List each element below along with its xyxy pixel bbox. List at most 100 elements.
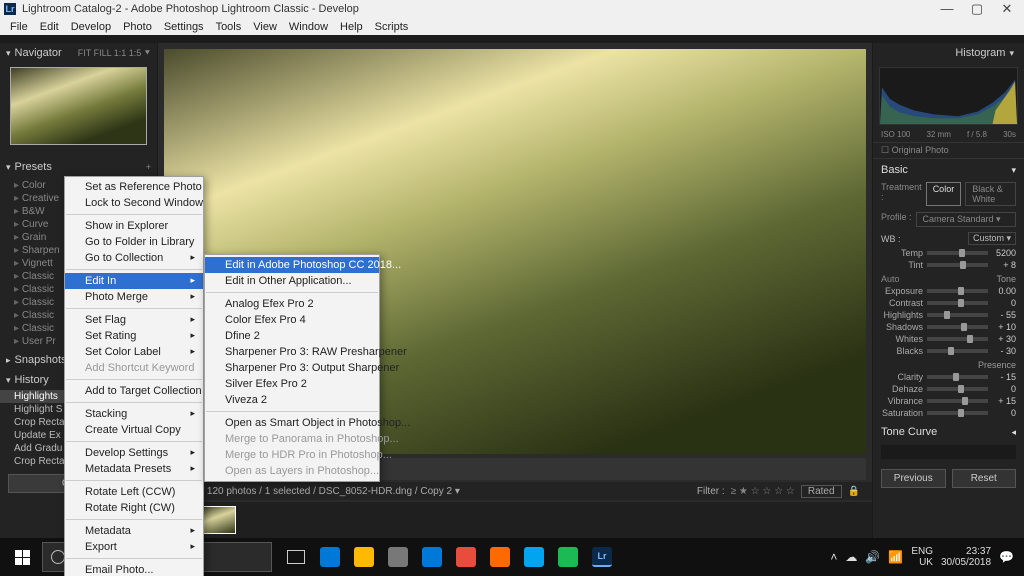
dehaze-slider[interactable] xyxy=(927,387,988,391)
task-view-button[interactable] xyxy=(280,542,312,572)
taskbar-app-icon[interactable] xyxy=(552,542,584,572)
reset-button[interactable]: Reset xyxy=(952,469,1017,488)
menu-item[interactable]: Go to Collection xyxy=(65,250,203,266)
taskbar-app-icon[interactable] xyxy=(518,542,550,572)
taskbar-app-icon[interactable] xyxy=(450,542,482,572)
start-button[interactable] xyxy=(4,541,40,573)
menu-item[interactable]: Create Virtual Copy xyxy=(65,422,203,438)
taskbar-app-icon[interactable] xyxy=(314,542,346,572)
filter-lock-icon[interactable]: 🔒 xyxy=(848,486,860,497)
tray-cloud-icon[interactable]: ☁ xyxy=(845,550,857,564)
original-photo-row[interactable]: ☐ Original Photo xyxy=(873,142,1024,159)
menu-settings[interactable]: Settings xyxy=(158,21,210,33)
shadows-slider[interactable] xyxy=(927,325,988,329)
menu-item[interactable]: Edit in Adobe Photoshop CC 2018... xyxy=(205,257,379,273)
menu-edit[interactable]: Edit xyxy=(34,21,65,33)
filter-stars[interactable]: ≥ ★ ☆ ☆ ☆ ☆ xyxy=(731,486,795,497)
tray-notifications[interactable]: 💬 xyxy=(999,550,1014,564)
treatment-color[interactable]: Color xyxy=(926,182,962,206)
navigator-header[interactable]: ▾ Navigator FIT FILL 1:1 1:5 ⯆ xyxy=(0,43,157,63)
tray-time[interactable]: 23:37 xyxy=(966,546,991,557)
menu-item[interactable]: Analog Efex Pro 2 xyxy=(205,296,379,312)
menu-item[interactable]: Metadata xyxy=(65,523,203,539)
menu-item[interactable]: Lock to Second Window xyxy=(65,195,203,211)
menu-view[interactable]: View xyxy=(247,21,283,33)
menu-item[interactable]: Sharpener Pro 3: Output Sharpener xyxy=(205,360,379,376)
menu-item[interactable]: Develop Settings xyxy=(65,445,203,461)
navigator-preview[interactable] xyxy=(10,67,147,145)
tint-slider[interactable] xyxy=(927,263,988,267)
menu-item[interactable]: Metadata Presets xyxy=(65,461,203,477)
menu-tools[interactable]: Tools xyxy=(210,21,248,33)
context-menu[interactable]: Set as Reference PhotoLock to Second Win… xyxy=(64,176,204,576)
whites-slider[interactable] xyxy=(927,337,988,341)
blacks-slider[interactable] xyxy=(927,349,988,353)
taskbar-app-icon[interactable]: Lr xyxy=(586,542,618,572)
menu-item[interactable]: Photo Merge xyxy=(65,289,203,305)
basic-header[interactable]: Basic ▾ xyxy=(873,161,1024,179)
maximize-button[interactable]: ▢ xyxy=(970,1,984,17)
tray-chevron-icon[interactable]: ˄ xyxy=(830,550,837,564)
taskbar-app-icon[interactable] xyxy=(348,542,380,572)
taskbar-app-icon[interactable] xyxy=(484,542,516,572)
menu-item[interactable]: Export xyxy=(65,539,203,555)
histogram-header[interactable]: Histogram ▾ xyxy=(873,43,1024,63)
menu-item[interactable]: Sharpener Pro 3: RAW Presharpener xyxy=(205,344,379,360)
histogram[interactable] xyxy=(879,67,1018,125)
tone-curve-header[interactable]: Tone Curve ◂ xyxy=(873,423,1024,441)
menu-develop[interactable]: Develop xyxy=(65,21,117,33)
status-count[interactable]: 2 of 120 photos / 1 selected / DSC_8052-… xyxy=(187,486,459,497)
menu-file[interactable]: File xyxy=(4,21,34,33)
wb-dropdown[interactable]: Custom ▾ xyxy=(968,232,1016,245)
exposure-row: Exposure 0.00 xyxy=(873,285,1024,297)
contrast-slider[interactable] xyxy=(927,301,988,305)
tray-volume-icon[interactable]: 🔊 xyxy=(865,550,880,564)
tray-wifi-icon[interactable]: 📶 xyxy=(888,550,903,564)
treatment-bw[interactable]: Black & White xyxy=(965,182,1016,206)
vibrance-slider[interactable] xyxy=(927,399,988,403)
menu-item[interactable]: Set Rating xyxy=(65,328,203,344)
menu-item[interactable]: Viveza 2 xyxy=(205,392,379,408)
menu-item[interactable]: Set Color Label xyxy=(65,344,203,360)
tone-curve-preview[interactable] xyxy=(881,445,1016,459)
menu-help[interactable]: Help xyxy=(334,21,369,33)
filmstrip-status: ◧ 2 of 120 photos / 1 selected / DSC_805… xyxy=(158,482,872,500)
filter-rated[interactable]: Rated xyxy=(801,485,842,498)
menu-item[interactable]: Color Efex Pro 4 xyxy=(205,312,379,328)
menu-photo[interactable]: Photo xyxy=(117,21,158,33)
menu-window[interactable]: Window xyxy=(283,21,334,33)
menu-item[interactable]: Rotate Left (CCW) xyxy=(65,484,203,500)
filmstrip-thumb[interactable] xyxy=(202,506,236,534)
menu-item[interactable]: Silver Efex Pro 2 xyxy=(205,376,379,392)
menu-item: Merge to HDR Pro in Photoshop... xyxy=(205,447,379,463)
previous-button[interactable]: Previous xyxy=(881,469,946,488)
menu-item[interactable]: Add to Target Collection xyxy=(65,383,203,399)
menu-item[interactable]: Rotate Right (CW) xyxy=(65,500,203,516)
menu-item[interactable]: Set as Reference Photo xyxy=(65,179,203,195)
presets-header[interactable]: ▾ Presets + xyxy=(0,157,157,177)
menu-item[interactable]: Set Flag xyxy=(65,312,203,328)
taskbar-app-icon[interactable] xyxy=(416,542,448,572)
minimize-button[interactable]: — xyxy=(940,1,954,17)
context-submenu[interactable]: Edit in Adobe Photoshop CC 2018...Edit i… xyxy=(204,254,380,482)
taskbar-app-icon[interactable] xyxy=(382,542,414,572)
close-button[interactable]: ✕ xyxy=(1000,1,1014,17)
menu-item[interactable]: Open as Smart Object in Photoshop... xyxy=(205,415,379,431)
menu-item[interactable]: Edit In xyxy=(65,273,203,289)
menu-item[interactable]: Go to Folder in Library xyxy=(65,234,203,250)
menu-scripts[interactable]: Scripts xyxy=(369,21,415,33)
exposure-slider[interactable] xyxy=(927,289,988,293)
temp-slider[interactable] xyxy=(927,251,988,255)
menu-item[interactable]: Show in Explorer xyxy=(65,218,203,234)
tray-lang[interactable]: ENG xyxy=(911,546,933,557)
auto-tone[interactable]: Auto xyxy=(881,274,900,284)
menu-item[interactable]: Stacking xyxy=(65,406,203,422)
navigator-zoom-options[interactable]: FIT FILL 1:1 1:5 ⯆ xyxy=(78,48,151,59)
saturation-slider[interactable] xyxy=(927,411,988,415)
menu-item[interactable]: Edit in Other Application... xyxy=(205,273,379,289)
profile-dropdown[interactable]: Camera Standard ▾ xyxy=(916,212,1016,227)
menu-item[interactable]: Email Photo... xyxy=(65,562,203,576)
highlights-slider[interactable] xyxy=(927,313,988,317)
clarity-slider[interactable] xyxy=(927,375,988,379)
menu-item[interactable]: Dfine 2 xyxy=(205,328,379,344)
